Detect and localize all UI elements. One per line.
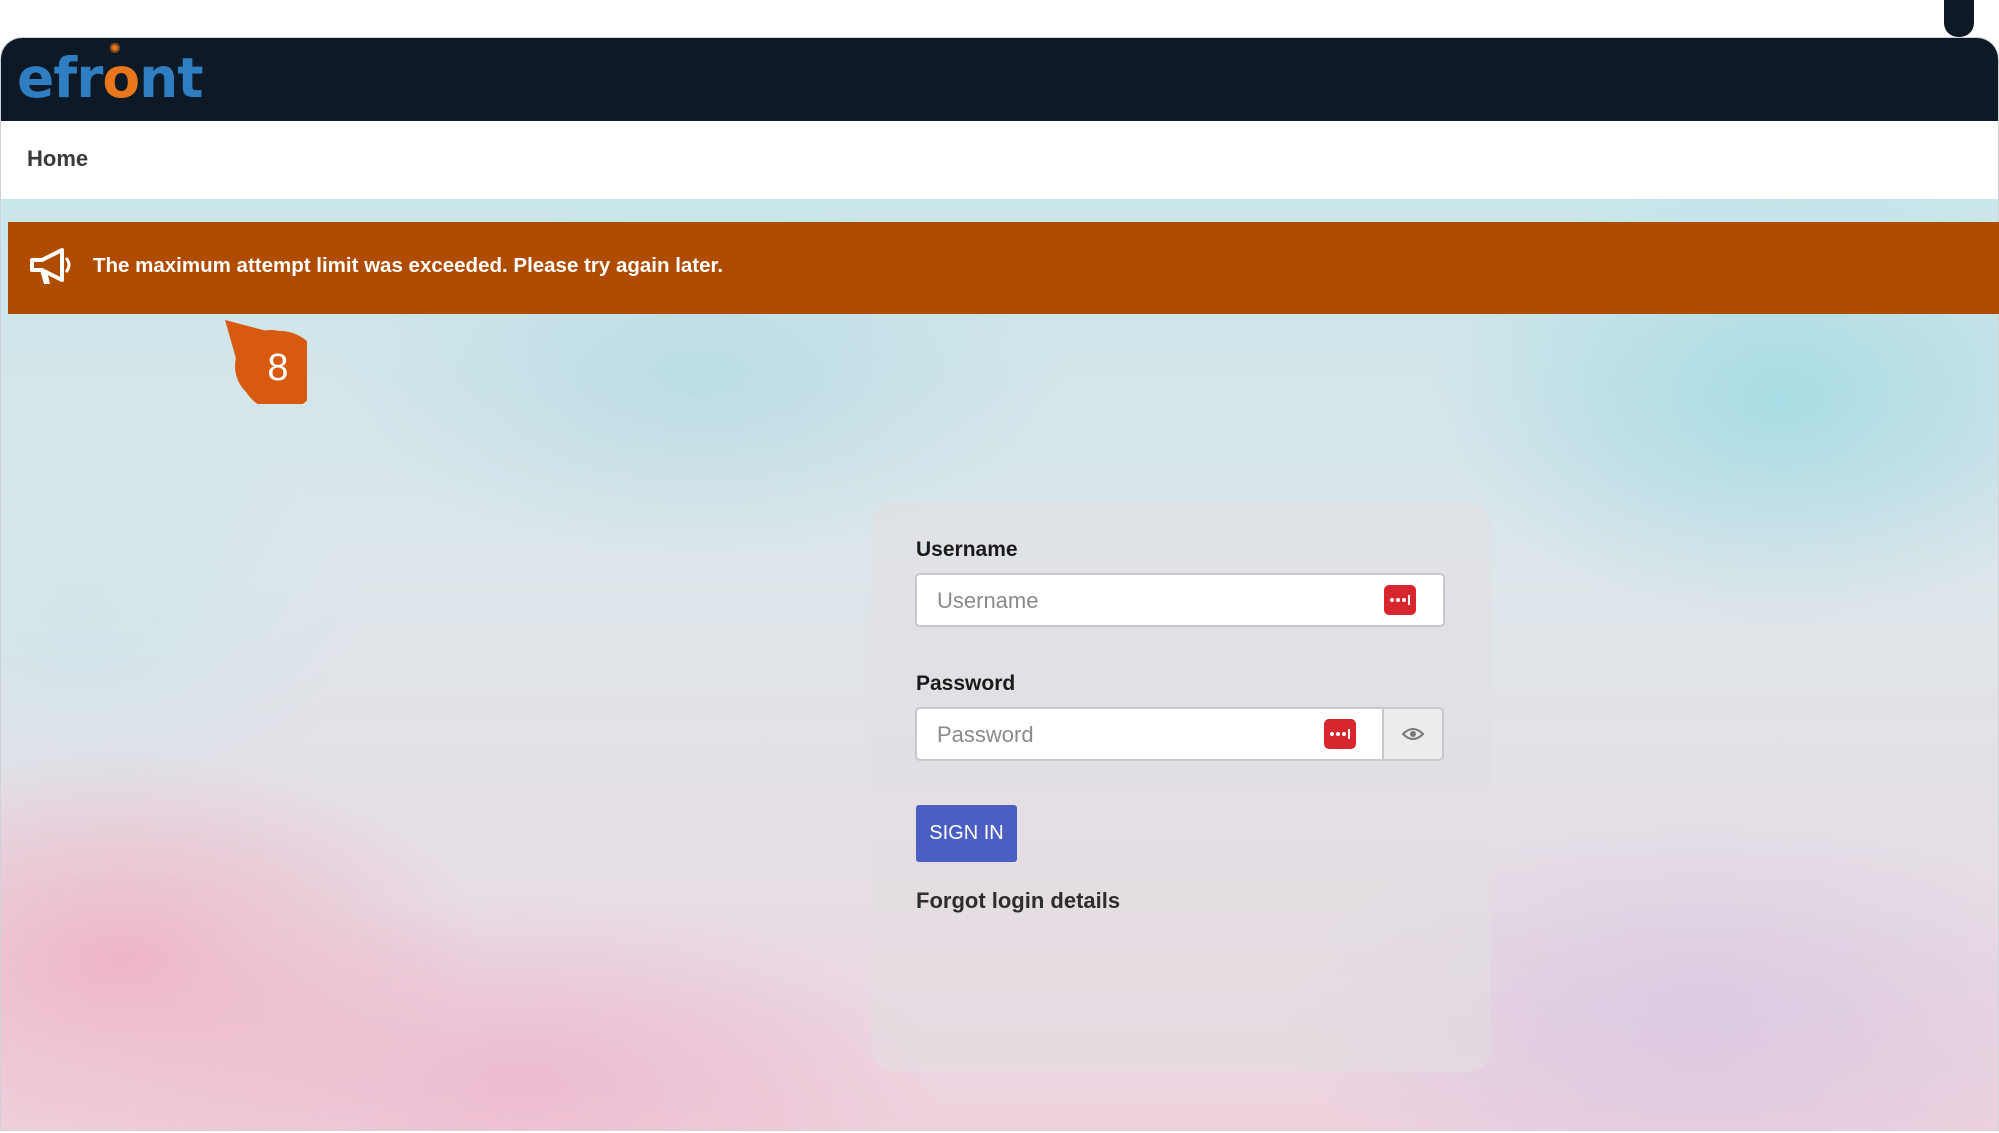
- sign-in-button[interactable]: SIGN IN: [916, 805, 1017, 862]
- password-input[interactable]: [935, 709, 1311, 761]
- error-alert-banner: The maximum attempt limit was exceeded. …: [8, 222, 1999, 314]
- password-manager-icon[interactable]: [1324, 719, 1356, 749]
- username-input[interactable]: [935, 575, 1360, 627]
- step-marker-badge: 8: [225, 320, 321, 411]
- window-control-dot: [1944, 0, 1974, 37]
- show-password-button[interactable]: [1384, 707, 1444, 761]
- eye-icon: [1402, 728, 1424, 740]
- megaphone-icon: [30, 248, 71, 284]
- alert-message: The maximum attempt limit was exceeded. …: [93, 254, 724, 277]
- step-number: 8: [267, 347, 289, 389]
- nav-home-link[interactable]: Home: [27, 146, 88, 172]
- efront-logo[interactable]: efront ✺: [17, 42, 204, 108]
- username-label: Username: [916, 538, 1018, 561]
- nav-bar: Home: [1, 121, 1998, 200]
- username-field[interactable]: [915, 573, 1445, 627]
- top-bar: efront ✺: [1, 38, 1998, 121]
- password-manager-icon[interactable]: [1384, 585, 1416, 615]
- password-field[interactable]: [915, 707, 1384, 761]
- forgot-login-link[interactable]: Forgot login details: [916, 888, 1120, 914]
- password-label: Password: [916, 672, 1016, 695]
